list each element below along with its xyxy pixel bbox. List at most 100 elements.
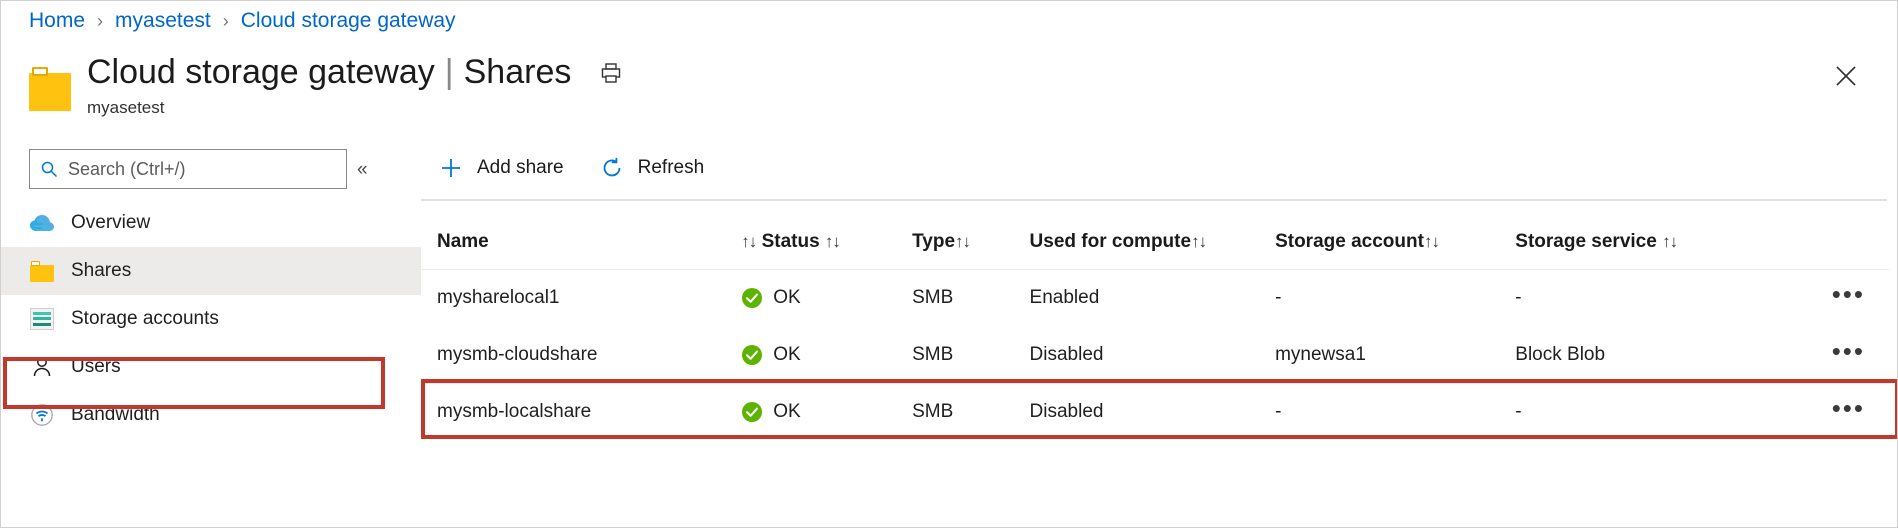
table-header-row: Name ↑↓ Status ↑↓ Type↑↓ Used for comput…: [421, 217, 1889, 270]
sort-icon[interactable]: ↑↓: [955, 232, 970, 251]
sidebar-item-label: Overview: [71, 212, 150, 234]
sidebar-item-label: Bandwidth: [71, 404, 160, 426]
search-box[interactable]: [29, 149, 347, 189]
table-row[interactable]: mysharelocal1 OK SMB: [421, 270, 1889, 327]
sort-icon[interactable]: ↑↓: [1191, 232, 1206, 251]
close-icon[interactable]: [1829, 59, 1863, 93]
refresh-label: Refresh: [638, 157, 705, 179]
row-context-menu-icon[interactable]: •••: [1832, 403, 1865, 413]
sidebar-item-users[interactable]: Users: [1, 343, 421, 391]
cell-used-for-compute: Enabled: [1030, 270, 1276, 327]
column-header-used-for-compute[interactable]: Used for compute↑↓: [1030, 217, 1276, 270]
page-title-section: Shares: [464, 53, 572, 92]
cell-storage-account: -: [1275, 384, 1515, 441]
cloud-icon: [29, 210, 55, 236]
cell-storage-service: -: [1515, 270, 1761, 327]
column-header-name[interactable]: Name: [421, 217, 741, 270]
breadcrumb-item-cloud-storage-gateway[interactable]: Cloud storage gateway: [241, 9, 456, 33]
column-header-actions: [1761, 217, 1889, 270]
cell-type: SMB: [912, 384, 1029, 441]
breadcrumb-item-myasetest[interactable]: myasetest: [115, 9, 211, 33]
add-share-button[interactable]: Add share: [437, 154, 564, 182]
sidebar-item-label: Users: [71, 356, 121, 378]
column-header-storage-service[interactable]: Storage service ↑↓: [1515, 217, 1761, 270]
cell-name: mysharelocal1: [421, 270, 741, 327]
sidebar-item-shares[interactable]: Shares: [1, 247, 421, 295]
check-circle-icon: [741, 401, 763, 423]
sidebar-item-label: Storage accounts: [71, 308, 219, 330]
page-title-divider: |: [445, 53, 454, 92]
toolbar-divider: [421, 199, 1887, 201]
page-title-resource: Cloud storage gateway: [87, 53, 435, 92]
table-row[interactable]: mysmb-localshare OK SMB: [421, 384, 1889, 441]
column-header-status[interactable]: ↑↓ Status ↑↓: [741, 217, 912, 270]
cell-storage-service: Block Blob: [1515, 327, 1761, 384]
refresh-icon: [598, 154, 626, 182]
cell-actions: •••: [1761, 327, 1889, 384]
search-input[interactable]: [66, 158, 336, 181]
status-label: OK: [773, 344, 800, 366]
sort-icon[interactable]: ↑↓: [1424, 232, 1439, 251]
row-context-menu-icon[interactable]: •••: [1832, 346, 1865, 356]
cell-actions: •••: [1761, 270, 1889, 327]
check-circle-icon: [741, 344, 763, 366]
cell-status: OK: [741, 384, 912, 441]
cell-used-for-compute: Disabled: [1030, 327, 1276, 384]
column-label: Storage service: [1515, 231, 1657, 252]
cell-status: OK: [741, 270, 912, 327]
blade-content: Add share Refresh Name: [421, 137, 1897, 527]
bandwidth-icon: [29, 402, 55, 428]
sort-icon[interactable]: ↑↓: [1662, 232, 1677, 251]
refresh-button[interactable]: Refresh: [598, 154, 705, 182]
sidebar-item-label: Shares: [71, 260, 131, 282]
blade-sidebar: « Overview Shares: [1, 137, 421, 528]
user-icon: [29, 354, 55, 380]
storage-account-icon: [29, 306, 55, 332]
cell-name: mysmb-cloudshare: [421, 327, 741, 384]
column-label: Name: [437, 231, 489, 252]
sidebar-item-overview[interactable]: Overview: [1, 199, 421, 247]
cell-status: OK: [741, 327, 912, 384]
cell-storage-service: -: [1515, 384, 1761, 441]
check-circle-icon: [741, 287, 763, 309]
page-subtitle: myasetest: [87, 98, 625, 118]
azure-portal-blade: Home › myasetest › Cloud storage gateway…: [0, 0, 1898, 528]
cell-storage-account: mynewsa1: [1275, 327, 1515, 384]
cell-type: SMB: [912, 327, 1029, 384]
sort-icon[interactable]: ↑↓: [741, 232, 756, 251]
cell-used-for-compute: Disabled: [1030, 384, 1276, 441]
sidebar-item-bandwidth[interactable]: Bandwidth: [1, 391, 421, 439]
command-bar: Add share Refresh: [421, 137, 738, 199]
column-header-type[interactable]: Type↑↓: [912, 217, 1029, 270]
breadcrumb-item-home[interactable]: Home: [29, 9, 85, 33]
plus-icon: [437, 154, 465, 182]
breadcrumb: Home › myasetest › Cloud storage gateway: [29, 9, 456, 33]
cell-actions: •••: [1761, 384, 1889, 441]
row-context-menu-icon[interactable]: •••: [1832, 289, 1865, 299]
sidebar-item-storage-accounts[interactable]: Storage accounts: [1, 295, 421, 343]
blade-header: Cloud storage gateway | Shares myasetest: [29, 53, 625, 118]
breadcrumb-separator: ›: [223, 11, 229, 32]
shares-table: Name ↑↓ Status ↑↓ Type↑↓ Used for comput…: [421, 217, 1889, 440]
search-icon: [40, 160, 58, 178]
folder-icon: [29, 65, 71, 111]
add-share-label: Add share: [477, 157, 564, 179]
folder-icon: [29, 258, 55, 284]
sidebar-nav-list: Overview Shares Storage accounts: [1, 199, 421, 439]
column-label: Used for compute: [1030, 231, 1192, 252]
column-label: Status: [762, 231, 820, 252]
status-label: OK: [773, 287, 800, 309]
collapse-sidebar-icon[interactable]: «: [357, 159, 368, 181]
cell-type: SMB: [912, 270, 1029, 327]
breadcrumb-separator: ›: [97, 11, 103, 32]
cell-name: mysmb-localshare: [421, 384, 741, 441]
page-title: Cloud storage gateway | Shares: [87, 53, 625, 92]
table-row[interactable]: mysmb-cloudshare OK SMB: [421, 327, 1889, 384]
column-label: Storage account: [1275, 231, 1424, 252]
cell-storage-account: -: [1275, 270, 1515, 327]
sort-icon[interactable]: ↑↓: [825, 232, 840, 251]
column-label: Type: [912, 231, 955, 252]
column-header-storage-account[interactable]: Storage account↑↓: [1275, 217, 1515, 270]
status-label: OK: [773, 401, 800, 423]
print-icon[interactable]: [597, 59, 625, 87]
